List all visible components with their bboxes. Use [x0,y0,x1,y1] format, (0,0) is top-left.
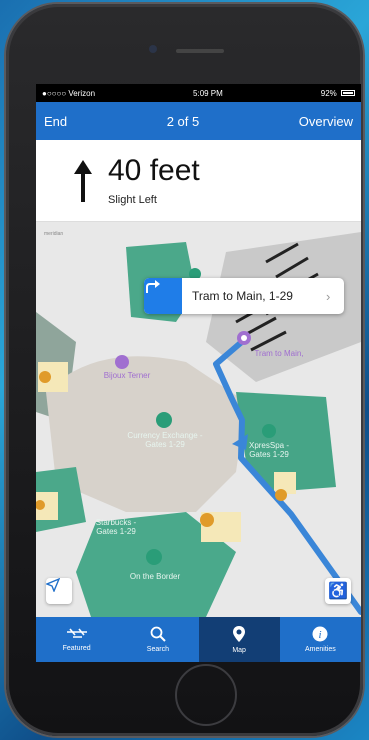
step-counter: 2 of 5 [166,113,200,129]
search-icon [150,626,166,642]
airplanes-icon [66,628,87,638]
battery-label: 92% [321,89,355,98]
tab-amenities-label: Amenities [305,646,336,653]
tab-map[interactable]: Map [198,617,280,662]
info-icon: i [312,626,328,642]
distance-label: 40 feet [108,153,200,187]
turn-arrow-icon [144,278,182,314]
accessibility-button[interactable]: ♿ [325,578,351,604]
earpiece-speaker [176,49,224,53]
status-bar: ●○○○○ Verizon 5:09 PM 92% [36,84,361,102]
map-view[interactable]: meridian Bijoux Terner Currency Exchange… [36,222,361,617]
nav-bar: End 2 of 5 Overview [36,102,361,140]
tab-amenities[interactable]: i Amenities [280,617,361,662]
battery-icon [341,90,355,97]
end-button[interactable]: End [44,114,67,129]
on-the-border-label[interactable]: On the Border [120,572,190,582]
spa-label[interactable]: XpresSpa - Gates 1-29 [238,441,300,460]
callout-label: Tram to Main, 1-29 [192,289,293,303]
currency-label[interactable]: Currency Exchange - Gates 1-29 [126,431,204,450]
tab-map-label: Map [232,647,246,654]
battery-percent: 92% [320,88,337,98]
tab-search-label: Search [146,646,169,653]
screen: ●○○○○ Verizon 5:09 PM 92% End 2 of 5 Ove… [36,84,361,662]
tram-label[interactable]: Tram to Main, [254,349,304,359]
map-watermark: meridian [44,231,64,237]
arrow-up-icon [74,159,92,202]
bijoux-label[interactable]: Bijoux Terner [92,371,162,381]
overview-button[interactable]: Overview [299,114,353,129]
location-arrow-icon [46,578,60,592]
phone-frame: ●○○○○ Verizon 5:09 PM 92% End 2 of 5 Ove… [6,4,363,736]
chevron-right-icon: › [326,288,331,304]
tab-bar: Featured Search Map i Amenities [36,617,361,662]
tab-featured-label: Featured [62,645,91,652]
status-time: 5:09 PM [193,88,223,98]
direction-text: 40 feet Slight Left [108,153,200,206]
map-pin-icon [233,626,246,642]
svg-text:i: i [319,629,322,641]
home-button[interactable] [175,664,237,726]
locate-me-button[interactable] [46,578,72,604]
wheelchair-icon: ♿ [328,583,348,600]
carrier-label: ●○○○○ Verizon [42,88,96,98]
front-camera [149,45,157,53]
starbucks-label[interactable]: Starbucks - Gates 1-29 [86,518,146,537]
direction-panel: 40 feet Slight Left [36,140,361,222]
tab-featured[interactable]: Featured [36,617,117,662]
tab-search[interactable]: Search [117,617,198,662]
turn-instruction: Slight Left [108,193,157,206]
destination-callout[interactable]: Tram to Main, 1-29 › [144,278,344,314]
